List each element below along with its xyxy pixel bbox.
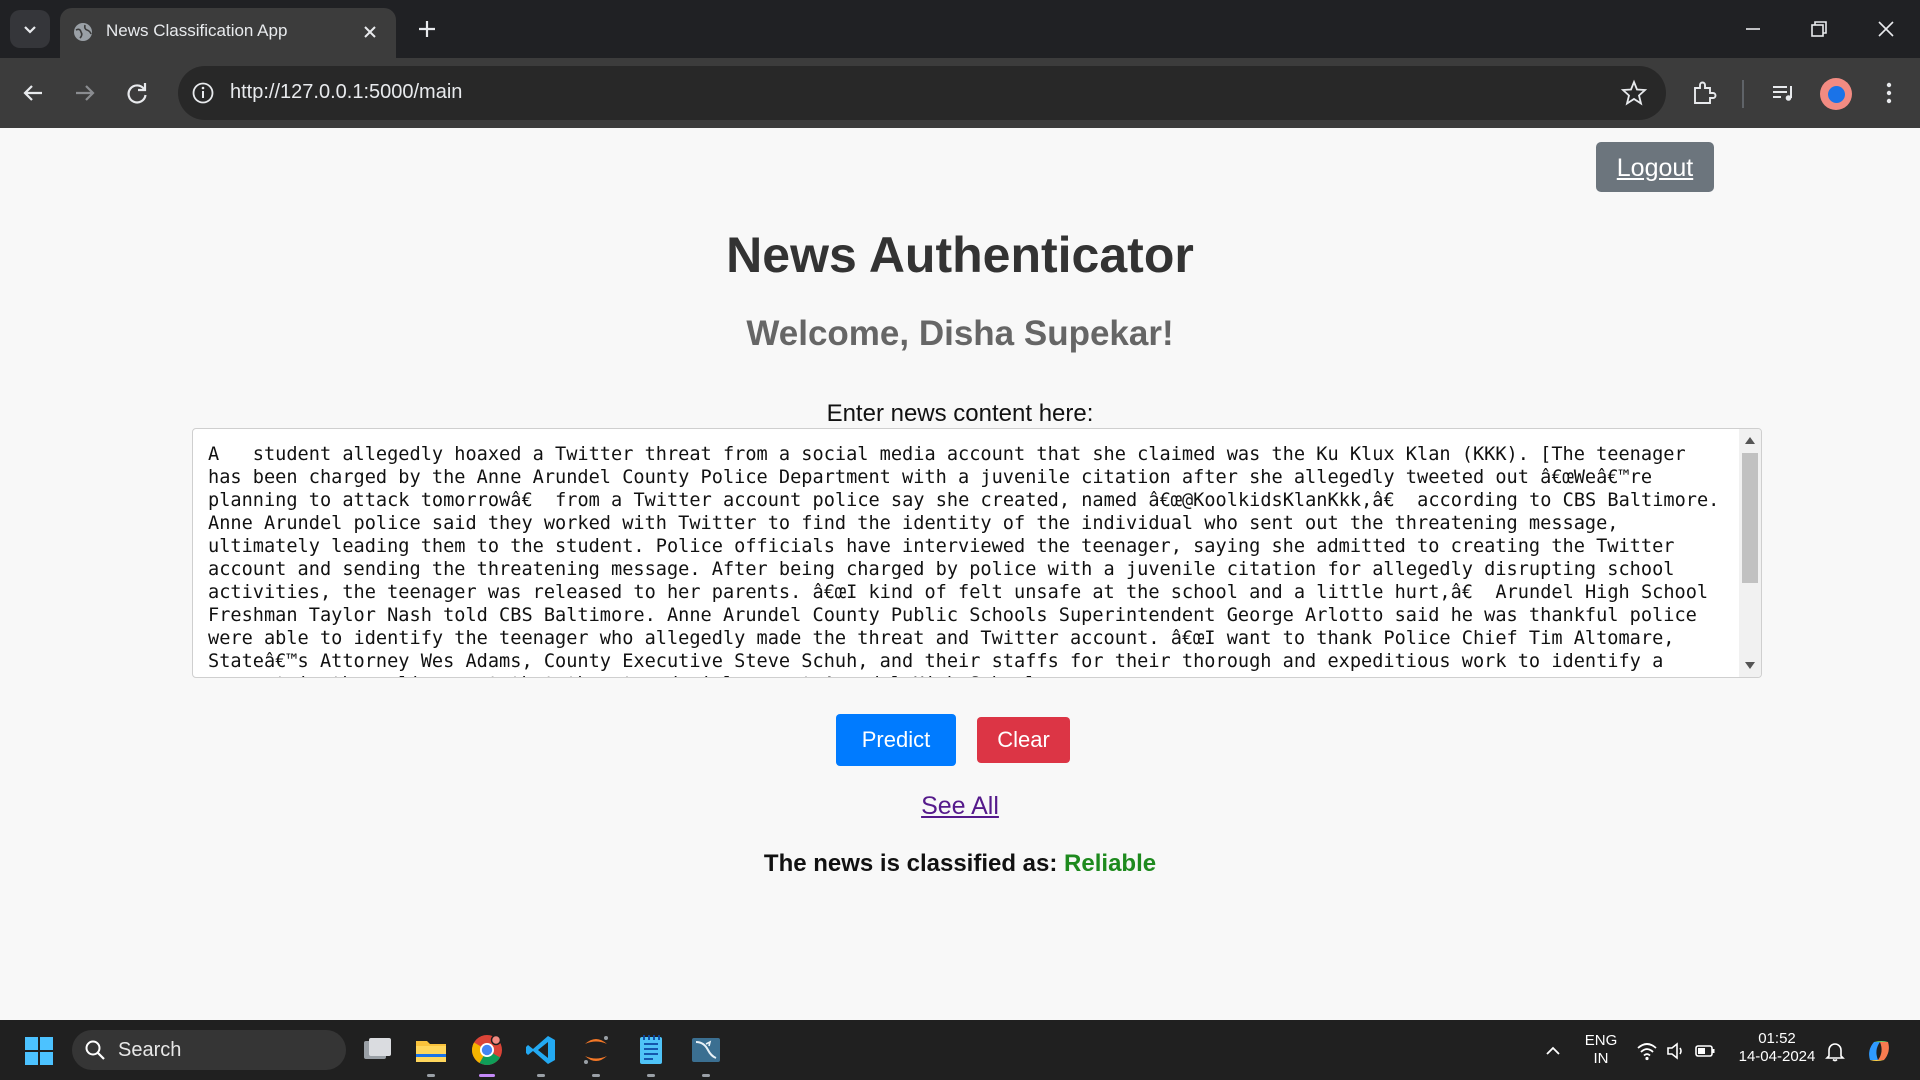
page-content: Logout News Authenticator Welcome, Disha… — [0, 128, 1920, 1020]
profile-avatar[interactable] — [1820, 78, 1852, 110]
new-tab-icon[interactable] — [414, 16, 440, 42]
reload-icon[interactable] — [122, 78, 152, 108]
logout-button[interactable]: Logout — [1596, 142, 1714, 192]
copilot-icon[interactable] — [1864, 1036, 1894, 1066]
chrome-icon — [471, 1034, 502, 1066]
minimize-icon[interactable] — [1740, 16, 1766, 42]
tab-search-button[interactable] — [10, 10, 50, 48]
taskbar-search[interactable]: Search — [72, 1030, 346, 1070]
vscode-icon — [526, 1036, 555, 1064]
back-icon[interactable] — [18, 78, 48, 108]
textarea-scrollbar[interactable] — [1739, 429, 1761, 677]
clock-time: 01:52 — [1758, 1030, 1796, 1047]
forward-icon[interactable] — [70, 78, 100, 108]
news-textarea[interactable]: A student allegedly hoaxed a Twitter thr… — [192, 428, 1762, 678]
page-title: News Authenticator — [726, 227, 1194, 283]
language-indicator[interactable]: ENG IN — [1580, 1032, 1622, 1068]
browser-tab[interactable]: News Classification App — [60, 8, 396, 58]
extensions-icon[interactable] — [1689, 78, 1719, 108]
mysql-workbench-app[interactable] — [688, 1032, 724, 1077]
browser-toolbar: http://127.0.0.1:5000/main — [0, 58, 1920, 128]
notepad-app[interactable] — [633, 1032, 669, 1077]
scroll-down-arrow-icon[interactable] — [1744, 661, 1756, 671]
address-bar[interactable]: http://127.0.0.1:5000/main — [178, 66, 1666, 120]
mysql-workbench-icon — [692, 1038, 720, 1062]
jupyter-icon — [584, 1036, 608, 1064]
folder-icon — [416, 1041, 446, 1062]
chevron-down-icon — [24, 26, 36, 34]
windows-taskbar: Search ENG IN 01:52 14-04-2024 — [0, 1020, 1920, 1080]
chevron-up-icon[interactable] — [1542, 1040, 1564, 1062]
notepad-icon — [640, 1035, 662, 1064]
battery-icon[interactable] — [1694, 1040, 1716, 1062]
restore-icon[interactable] — [1806, 16, 1832, 42]
windows-start-icon[interactable] — [24, 1036, 54, 1066]
scroll-up-arrow-icon[interactable] — [1744, 435, 1756, 445]
notification-bell-icon[interactable] — [1824, 1040, 1846, 1062]
volume-icon[interactable] — [1665, 1040, 1687, 1062]
tab-title: News Classification App — [106, 21, 288, 40]
toolbar-divider — [1742, 80, 1744, 108]
clock[interactable]: 01:52 14-04-2024 — [1732, 1030, 1822, 1066]
clock-date: 14-04-2024 — [1738, 1048, 1816, 1065]
file-explorer-app[interactable] — [413, 1032, 449, 1077]
jupyter-app[interactable] — [578, 1032, 614, 1077]
wifi-icon[interactable] — [1636, 1040, 1658, 1062]
result-status: Reliable — [1064, 850, 1157, 877]
task-view-icon[interactable] — [359, 1032, 395, 1068]
close-window-icon[interactable] — [1873, 16, 1899, 42]
language-code: ENG — [1584, 1032, 1618, 1049]
predict-button[interactable]: Predict — [836, 714, 956, 766]
region-code: IN — [1593, 1050, 1609, 1067]
browser-tab-bar: News Classification App — [0, 0, 1920, 58]
see-all-link[interactable]: See All — [0, 792, 1920, 821]
vscode-app[interactable] — [523, 1032, 559, 1077]
scrollbar-thumb[interactable] — [1742, 453, 1758, 583]
url-text[interactable]: http://127.0.0.1:5000/main — [230, 81, 462, 104]
avatar-image — [1828, 86, 1845, 103]
taskbar-search-label: Search — [118, 1039, 182, 1061]
news-textarea-content[interactable]: A student allegedly hoaxed a Twitter thr… — [208, 443, 1720, 677]
classification-result: The news is classified as: Reliable — [0, 850, 1920, 878]
close-tab-icon[interactable] — [358, 20, 382, 44]
welcome-message: Welcome, Disha Supekar! — [746, 314, 1174, 353]
bookmark-star-icon[interactable] — [1620, 79, 1648, 107]
search-icon — [85, 1040, 105, 1060]
chrome-app[interactable] — [469, 1032, 505, 1077]
site-info-icon[interactable] — [190, 80, 216, 106]
media-control-icon[interactable] — [1768, 78, 1798, 108]
news-input-label: Enter news content here: — [826, 400, 1094, 427]
globe-icon — [74, 23, 92, 41]
more-menu-icon[interactable] — [1874, 78, 1904, 108]
result-prefix: The news is classified as: — [763, 850, 1058, 877]
clear-button[interactable]: Clear — [977, 717, 1070, 763]
